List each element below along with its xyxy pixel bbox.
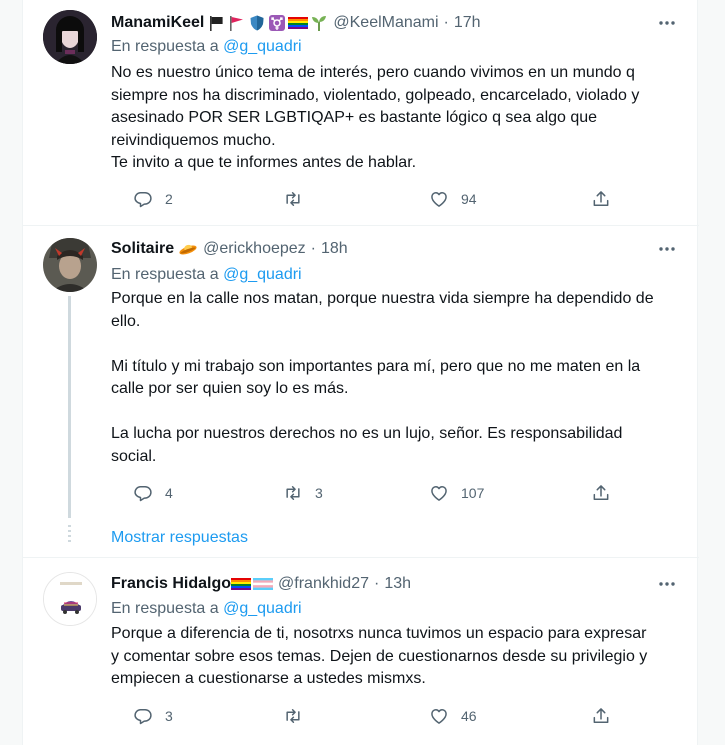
name-emojis: [208, 14, 328, 32]
retweet-button[interactable]: [283, 705, 315, 727]
transgender-symbol-icon: [269, 15, 286, 31]
more-options-button[interactable]: [657, 239, 677, 259]
reply-button[interactable]: 4: [133, 482, 173, 504]
avatar-francis-hidalgo[interactable]: [43, 572, 97, 626]
reply-mention-link[interactable]: @g_quadri: [223, 600, 302, 617]
like-icon: [431, 192, 447, 207]
rainbow-flag-icon: [231, 578, 252, 590]
tweet-text: No es nuestro único tema de interés, per…: [111, 64, 640, 171]
user-handle[interactable]: @erickhoepez: [203, 238, 306, 260]
reply-icon: [134, 192, 152, 208]
tweet-2[interactable]: Solitaire @erickhoepez · 18h En respuest…: [23, 226, 699, 557]
red-flag-icon: [230, 16, 244, 31]
timestamp[interactable]: 18h: [321, 238, 348, 260]
reply-context: En respuesta a @g_quadri: [111, 36, 302, 58]
share-icon: [593, 708, 609, 723]
reply-mention-link[interactable]: @g_quadri: [223, 38, 302, 55]
tweet-1[interactable]: ManamiKeel @KeelManami · 17h En respuest…: [23, 0, 699, 226]
reply-count: 4: [165, 485, 173, 501]
more-icon: [659, 582, 675, 586]
retweet-icon: [286, 709, 300, 723]
retweet-icon: [286, 192, 300, 206]
more-icon: [659, 247, 675, 251]
reply-button[interactable]: 2: [133, 188, 173, 210]
like-count: 46: [461, 708, 477, 724]
tweet-header: ManamiKeel @KeelManami · 17h: [111, 12, 659, 34]
reply-prefix: En respuesta a: [111, 600, 219, 617]
like-icon: [431, 709, 447, 724]
black-flag-icon: [210, 16, 223, 31]
reply-icon: [134, 709, 152, 725]
tweet-text: Porque a diferencia de ti, nosotrxs nunc…: [111, 625, 648, 687]
retweet-icon: [286, 486, 300, 500]
seedling-icon: [312, 16, 327, 31]
rainbow-flag-icon: [288, 17, 309, 29]
tweet-3[interactable]: Francis Hidalgo @frankhid27 · 13h En res…: [23, 558, 699, 745]
tweet-text: Porque en la calle nos matan, porque nue…: [111, 290, 654, 465]
like-button[interactable]: 94: [429, 188, 477, 210]
like-count: 107: [461, 485, 485, 501]
timeline-column: ManamiKeel @KeelManami · 17h En respuest…: [22, 0, 699, 745]
name-emojis: [231, 576, 274, 592]
timestamp[interactable]: 17h: [454, 12, 481, 34]
flying-saucer-icon: [179, 244, 197, 255]
share-button[interactable]: [591, 482, 611, 504]
tweet-actions: 2 94: [111, 188, 609, 210]
like-count: 94: [461, 191, 477, 207]
reply-prefix: En respuesta a: [111, 266, 219, 283]
user-handle[interactable]: @frankhid27: [278, 573, 369, 595]
display-name[interactable]: Solitaire: [111, 238, 174, 260]
avatar-solitaire[interactable]: [43, 238, 97, 292]
like-icon: [431, 486, 447, 501]
thread-connector-line: [68, 296, 71, 518]
reply-icon: [134, 486, 152, 502]
user-handle[interactable]: @KeelManami: [333, 12, 438, 34]
more-options-button[interactable]: [657, 13, 677, 33]
share-button[interactable]: [591, 705, 611, 727]
separator-dot: ·: [443, 14, 449, 31]
tweet-actions: 4 3 107: [111, 482, 609, 504]
name-emojis: [178, 240, 198, 258]
tweet-header: Francis Hidalgo @frankhid27 · 13h: [111, 573, 659, 595]
timestamp[interactable]: 13h: [384, 573, 411, 595]
like-button[interactable]: 46: [429, 705, 477, 727]
share-icon: [593, 485, 609, 500]
shield-icon: [250, 15, 264, 31]
more-options-button[interactable]: [657, 574, 677, 594]
reply-count: 2: [165, 191, 173, 207]
transgender-flag-icon: [253, 578, 274, 590]
thread-dots: [68, 525, 71, 545]
reply-mention-link[interactable]: @g_quadri: [223, 266, 302, 283]
retweet-button[interactable]: [283, 188, 315, 210]
separator-dot: ·: [310, 240, 316, 257]
display-name[interactable]: ManamiKeel: [111, 12, 204, 34]
more-icon: [659, 21, 675, 25]
reply-context: En respuesta a @g_quadri: [111, 264, 302, 286]
retweet-button[interactable]: 3: [283, 482, 323, 504]
share-button[interactable]: [591, 188, 611, 210]
tweet-header: Solitaire @erickhoepez · 18h: [111, 238, 659, 260]
reply-button[interactable]: 3: [133, 705, 173, 727]
separator-dot: ·: [374, 575, 380, 592]
reply-count: 3: [165, 708, 173, 724]
display-name[interactable]: Francis Hidalgo: [111, 573, 231, 595]
retweet-count: 3: [315, 485, 323, 501]
tweet-actions: 3 46: [111, 705, 609, 727]
share-icon: [593, 191, 609, 206]
avatar-manamikeel[interactable]: [43, 10, 97, 64]
reply-prefix: En respuesta a: [111, 38, 219, 55]
show-replies-link[interactable]: Mostrar respuestas: [111, 527, 248, 549]
like-button[interactable]: 107: [429, 482, 484, 504]
reply-context: En respuesta a @g_quadri: [111, 598, 302, 620]
